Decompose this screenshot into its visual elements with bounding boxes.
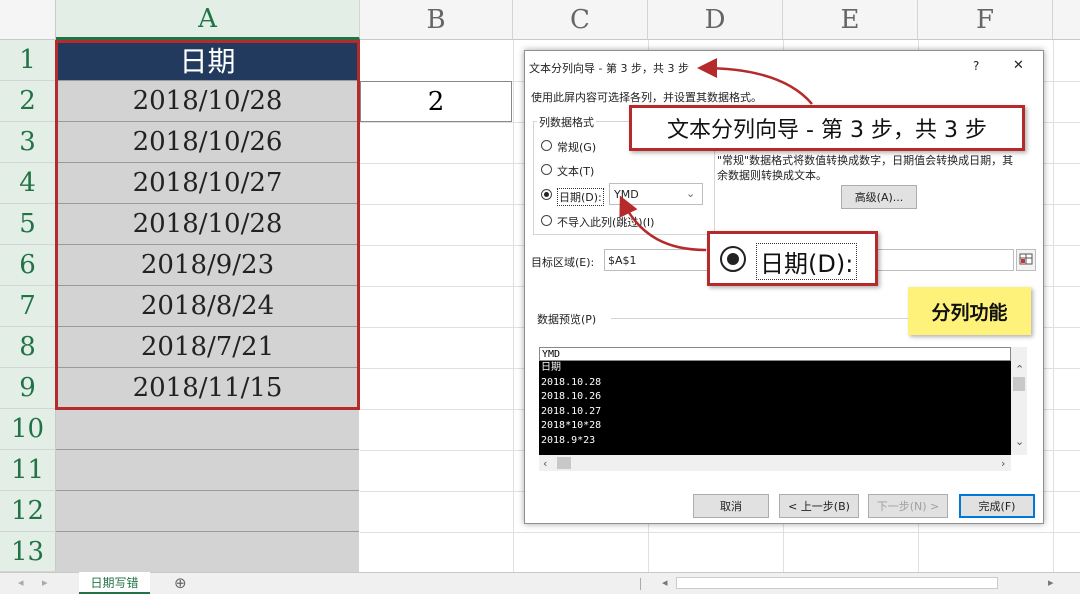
horizontal-scrollbar-thumb[interactable] — [676, 577, 998, 589]
add-sheet-icon[interactable]: ⊕ — [174, 574, 187, 592]
sheet-tab-bar: ◂ ▸ 日期写错 ⊕ ◂ ▸ — [0, 572, 1080, 594]
splitter[interactable] — [640, 578, 641, 590]
hscroll-left-icon[interactable]: ◂ — [662, 576, 668, 589]
arrow-to-date-option — [619, 195, 707, 252]
tab-scroll-right-icon[interactable]: ▸ — [42, 576, 48, 589]
hscroll-right-icon[interactable]: ▸ — [1048, 576, 1054, 589]
tab-scroll-left-icon[interactable]: ◂ — [18, 576, 24, 589]
sheet-tab-active[interactable]: 日期写错 — [79, 572, 150, 594]
arrow-to-title — [697, 58, 813, 105]
callout-arrows — [619, 58, 813, 252]
